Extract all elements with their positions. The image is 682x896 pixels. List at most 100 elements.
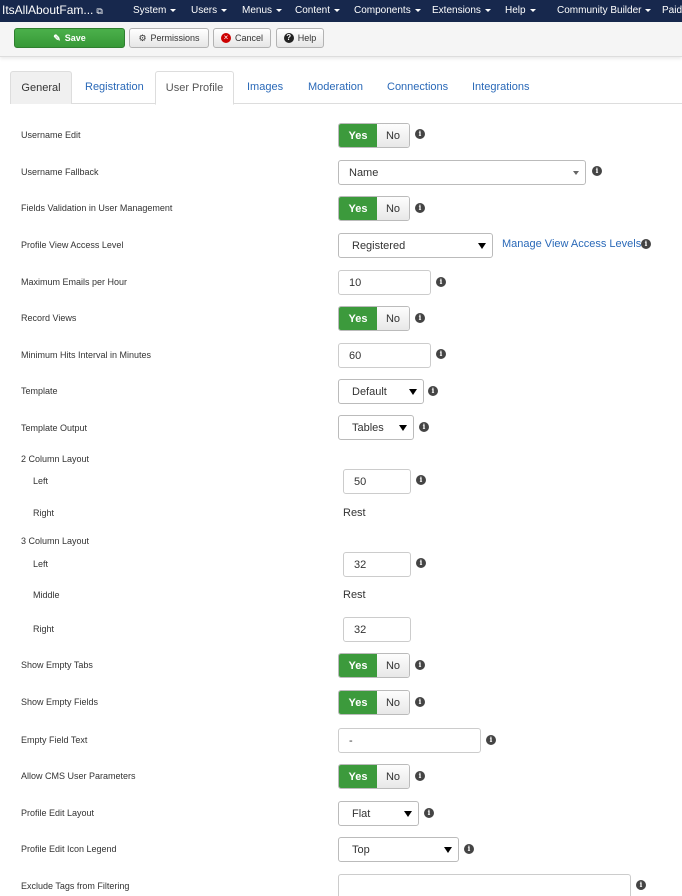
menu-community-builder-label: Community Builder xyxy=(557,5,642,16)
allow-cms-params-label: Allow CMS User Parameters xyxy=(21,771,136,781)
exclude-tags-label: Exclude Tags from Filtering xyxy=(21,881,130,891)
empty-field-text-input[interactable]: - xyxy=(338,728,481,753)
two-column-right-value: Rest xyxy=(343,507,366,519)
tab-images[interactable]: Images xyxy=(247,71,283,104)
two-column-left-input[interactable]: 50 xyxy=(343,469,411,494)
profile-edit-layout-value: Flat xyxy=(352,807,371,820)
username-fallback-select[interactable]: Name xyxy=(338,160,586,185)
help-button[interactable]: ? Help xyxy=(276,28,324,48)
tab-general[interactable]: General xyxy=(10,71,72,104)
three-column-middle-value: Rest xyxy=(343,589,366,601)
menu-system-label: System xyxy=(133,5,167,16)
three-column-right-input[interactable]: 32 xyxy=(343,617,411,642)
show-empty-tabs-no[interactable]: No xyxy=(377,654,409,677)
save-icon: ✎ xyxy=(53,32,61,43)
save-button[interactable]: ✎ Save xyxy=(14,28,125,48)
info-icon[interactable]: i xyxy=(415,771,425,781)
info-icon[interactable]: i xyxy=(415,203,425,213)
profile-edit-layout-select[interactable]: Flat xyxy=(338,801,419,826)
show-empty-fields-no[interactable]: No xyxy=(377,691,409,714)
username-edit-no[interactable]: No xyxy=(377,124,409,147)
two-column-left-label: Left xyxy=(33,476,49,486)
username-fallback-value: Name xyxy=(349,166,379,179)
template-select[interactable]: Default xyxy=(338,379,424,404)
info-icon[interactable]: i xyxy=(641,239,651,249)
template-output-value: Tables xyxy=(352,421,384,434)
three-column-right-label: Right xyxy=(33,624,55,634)
fields-validation-toggle[interactable]: Yes No xyxy=(338,196,410,221)
info-icon[interactable]: i xyxy=(436,277,446,287)
info-icon[interactable]: i xyxy=(436,349,446,359)
record-views-toggle[interactable]: Yes No xyxy=(338,306,410,331)
info-icon[interactable]: i xyxy=(416,475,426,485)
template-output-select[interactable]: Tables xyxy=(338,415,414,440)
info-icon[interactable]: i xyxy=(415,313,425,323)
permissions-button[interactable]: ⚙ Permissions xyxy=(129,28,209,48)
exclude-tags-input[interactable] xyxy=(338,874,631,896)
site-brand-link[interactable]: ItsAllAboutFam... ⧉ xyxy=(2,3,103,17)
allow-cms-params-toggle[interactable]: Yes No xyxy=(338,764,410,789)
fields-validation-label: Fields Validation in User Management xyxy=(21,203,173,213)
tab-registration[interactable]: Registration xyxy=(85,71,144,104)
menu-users-label: Users xyxy=(191,5,218,16)
caret-down-icon xyxy=(404,811,412,817)
allow-cms-params-yes[interactable]: Yes xyxy=(339,765,377,788)
info-icon[interactable]: i xyxy=(419,422,429,432)
info-icon[interactable]: i xyxy=(636,880,646,890)
max-emails-input[interactable]: 10 xyxy=(338,270,431,295)
info-icon[interactable]: i xyxy=(464,844,474,854)
manage-view-access-levels-link[interactable]: Manage View Access Levels xyxy=(502,238,641,250)
profile-view-access-select[interactable]: Registered xyxy=(338,233,493,258)
three-column-left-input[interactable]: 32 xyxy=(343,552,411,577)
record-views-no[interactable]: No xyxy=(377,307,409,330)
username-edit-yes[interactable]: Yes xyxy=(339,124,377,147)
info-icon[interactable]: i xyxy=(592,166,602,176)
menu-components-label: Components xyxy=(354,5,411,16)
cancel-button[interactable]: × Cancel xyxy=(213,28,271,48)
info-icon[interactable]: i xyxy=(415,129,425,139)
username-edit-toggle[interactable]: Yes No xyxy=(338,123,410,148)
three-column-layout-label: 3 Column Layout xyxy=(21,536,90,546)
top-navbar: ItsAllAboutFam... ⧉ System Users Menus Co… xyxy=(0,0,682,22)
info-icon[interactable]: i xyxy=(486,735,496,745)
caret-down-icon xyxy=(221,8,228,12)
show-empty-fields-yes[interactable]: Yes xyxy=(339,691,377,714)
fields-validation-no[interactable]: No xyxy=(377,197,409,220)
menu-paid[interactable]: Paid xyxy=(662,5,682,16)
allow-cms-params-no[interactable]: No xyxy=(377,765,409,788)
record-views-yes[interactable]: Yes xyxy=(339,307,377,330)
fields-validation-yes[interactable]: Yes xyxy=(339,197,377,220)
help-button-label: Help xyxy=(297,33,317,43)
show-empty-tabs-yes[interactable]: Yes xyxy=(339,654,377,677)
menu-users[interactable]: Users xyxy=(191,5,228,16)
save-button-label: Save xyxy=(64,33,86,43)
menu-extensions[interactable]: Extensions xyxy=(432,5,491,16)
max-emails-label: Maximum Emails per Hour xyxy=(21,277,128,287)
tab-user-profile[interactable]: User Profile xyxy=(155,71,234,105)
menu-content[interactable]: Content xyxy=(295,5,341,16)
menu-menus[interactable]: Menus xyxy=(242,5,283,16)
tab-connections[interactable]: Connections xyxy=(387,71,448,104)
menu-help-label: Help xyxy=(505,5,526,16)
menu-community-builder[interactable]: Community Builder xyxy=(557,5,652,16)
profile-view-access-label: Profile View Access Level xyxy=(21,240,124,250)
min-hits-input[interactable]: 60 xyxy=(338,343,431,368)
settings-tabs: General Registration User Profile Images… xyxy=(10,71,682,105)
info-icon[interactable]: i xyxy=(424,808,434,818)
caret-down-icon xyxy=(276,8,283,12)
icon-legend-select[interactable]: Top xyxy=(338,837,459,862)
info-icon[interactable]: i xyxy=(428,386,438,396)
icon-legend-label: Profile Edit Icon Legend xyxy=(21,844,117,854)
site-brand-label: ItsAllAboutFam... xyxy=(2,3,94,17)
show-empty-tabs-toggle[interactable]: Yes No xyxy=(338,653,410,678)
menu-components[interactable]: Components xyxy=(354,5,421,16)
menu-system[interactable]: System xyxy=(133,5,177,16)
info-icon[interactable]: i xyxy=(415,697,425,707)
menu-help[interactable]: Help xyxy=(505,5,536,16)
tab-moderation[interactable]: Moderation xyxy=(308,71,363,104)
info-icon[interactable]: i xyxy=(416,558,426,568)
external-link-icon: ⧉ xyxy=(96,6,103,16)
show-empty-fields-toggle[interactable]: Yes No xyxy=(338,690,410,715)
info-icon[interactable]: i xyxy=(415,660,425,670)
tab-integrations[interactable]: Integrations xyxy=(472,71,529,104)
